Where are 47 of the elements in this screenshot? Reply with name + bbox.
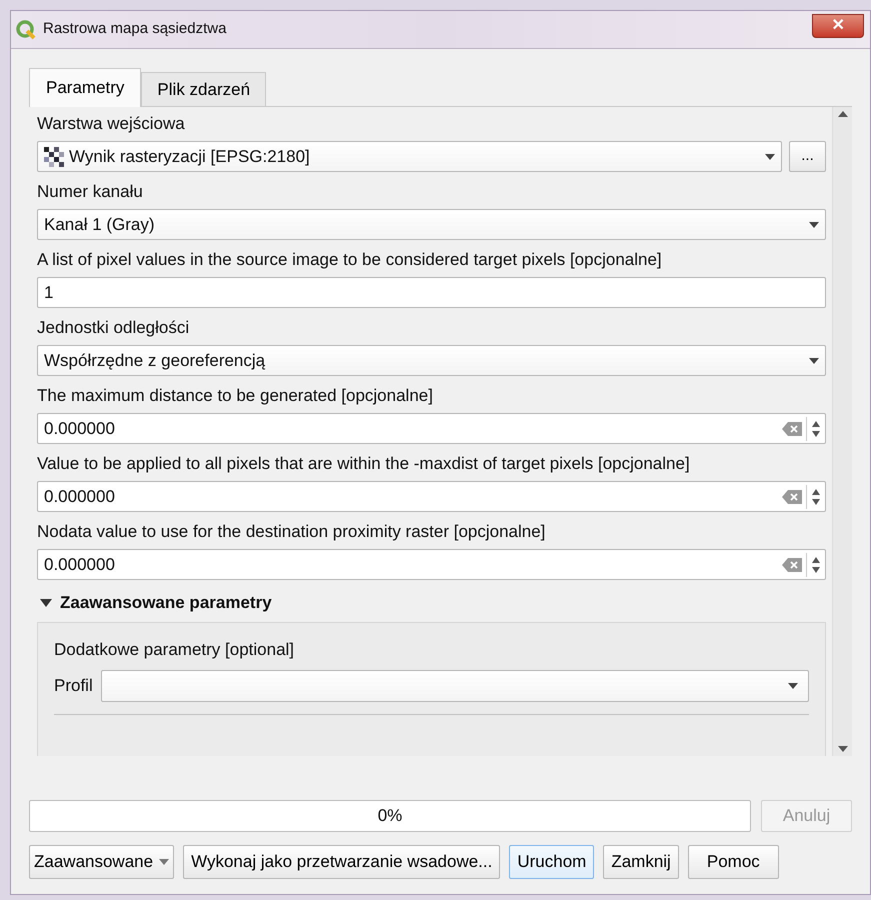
spin-arrows-icon[interactable] — [811, 488, 821, 506]
expand-arrow-icon — [40, 598, 52, 608]
field-label: The maximum distance to be generated [opcjonalne] — [37, 385, 434, 407]
dropdown-arrow-icon — [765, 154, 775, 160]
field-label: Dodatkowe parametry [optional] — [54, 638, 296, 660]
dialog-button[interactable]: Zamknij — [603, 845, 679, 879]
advanced-menu-button[interactable]: Zaawansowane — [29, 845, 174, 879]
tab[interactable]: Parametry — [29, 68, 142, 107]
layer-combo-box[interactable]: Wynik rasteryzacji [EPSG:2180] — [37, 141, 782, 172]
browse-button[interactable]: ... — [789, 141, 826, 172]
combo-box[interactable]: Współrzędne z georeferencją — [37, 345, 826, 376]
dropdown-arrow-icon — [809, 222, 819, 228]
clear-icon[interactable] — [782, 422, 802, 436]
advanced-toggle[interactable]: Zaawansowane parametry — [40, 590, 826, 616]
number-spin-field[interactable]: 0.000000 — [37, 549, 826, 580]
tab[interactable]: Plik zdarzeń — [141, 72, 266, 106]
combo-box[interactable]: Kanał 1 (Gray) — [37, 209, 826, 240]
number-spin-field[interactable]: 0.000000 — [37, 481, 826, 512]
raster-layer-icon — [44, 146, 64, 166]
field-label: Warstwa wejściowa — [37, 113, 186, 135]
app-logo-icon — [15, 18, 37, 40]
layer-value: Wynik rasteryzacji [EPSG:2180] — [69, 146, 310, 168]
clear-icon[interactable] — [782, 558, 802, 572]
field-label: Profil — [54, 675, 93, 698]
number-spin-field[interactable]: 0.000000 — [37, 413, 826, 444]
caret-icon — [159, 859, 170, 865]
run-button[interactable]: Uruchom — [509, 845, 594, 879]
spin-arrows-icon[interactable] — [811, 556, 821, 574]
combo-value: Kanał 1 (Gray) — [44, 214, 155, 236]
clear-icon[interactable] — [782, 490, 802, 504]
dropdown-arrow-icon — [788, 683, 798, 689]
dialog-button[interactable]: Pomoc — [688, 845, 779, 879]
combo-value: Współrzędne z georeferencją — [44, 350, 266, 372]
field-label: A list of pixel values in the source image to be considered target pixels [opcjonalne] — [37, 249, 663, 271]
field-label: Jednostki odległości — [37, 317, 190, 339]
window-title: Rastrowa mapa sąsiedztwa — [43, 19, 226, 40]
field-label: Numer kanału — [37, 181, 144, 203]
scrollbar[interactable] — [832, 107, 852, 756]
field-label: Value to be applied to all pixels that are within the -maxdist of target pixels [opcjonalne] — [37, 453, 691, 475]
text-field[interactable]: 1 — [37, 277, 826, 308]
dropdown-arrow-icon — [809, 358, 819, 364]
dialog-button[interactable]: Wykonaj jako przetwarzanie wsadowe... — [183, 845, 500, 879]
spin-arrows-icon[interactable] — [811, 420, 821, 438]
scroll-down-icon[interactable] — [838, 746, 848, 752]
progress-bar: 0% — [29, 800, 751, 832]
scroll-up-icon[interactable] — [838, 111, 848, 117]
field-label: Nodata value to use for the destination proximity raster [opcjonalne] — [37, 521, 546, 543]
